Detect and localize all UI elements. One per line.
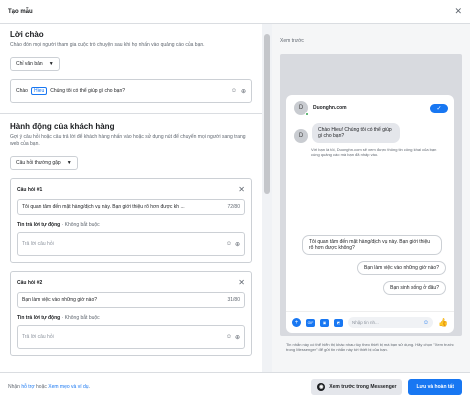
question-input[interactable]: Tôi quan tâm đến mặt hàng/dịch vụ này. B… (17, 199, 245, 215)
personalize-icon[interactable]: ⊕ (241, 88, 246, 95)
preview-in-messenger-button[interactable]: ◉ Xem trước trong Messenger (311, 378, 403, 395)
char-count: 31/80 (227, 297, 240, 303)
editor-scroll-area[interactable]: Lời chào Chào đón mọi người tham gia cuộ… (0, 24, 262, 372)
editor-panel: Lời chào Chào đón mọi người tham gia cuộ… (0, 24, 272, 372)
chat-header: D Duonghn.com ✓ (286, 95, 454, 119)
actions-type-value: Câu hỏi thường gặp (16, 160, 61, 166)
question-label: Câu hỏi #1 (17, 186, 43, 193)
personalize-icon[interactable]: ⊕ (235, 334, 240, 341)
preview-label: Xem trước (280, 38, 304, 44)
privacy-notice: Với bạn là tôi, Duonghn.com sẽ xem được … (311, 147, 437, 157)
faq-chip-2[interactable]: Bạn làm việc vào những giờ nào? (356, 261, 446, 275)
greeting-type-value: Chỉ văn bản (16, 61, 43, 67)
greeting-text: Chúng tôi có thể giúp gì cho bạn? (50, 88, 126, 94)
help-link[interactable]: hỗ trợ (21, 384, 34, 390)
greeting-title: Lời chào (10, 30, 44, 39)
name-token-chip[interactable]: Hieu (30, 87, 48, 95)
greeting-bubble: Chào Hieu! Chúng tôi có thể giúp gì cho … (312, 123, 400, 143)
chevron-down-icon: ▼ (48, 61, 54, 67)
sticker-icon[interactable]: ◩ (334, 318, 343, 327)
auto-reply-placeholder: Trả lời câu hỏi (22, 241, 54, 247)
help-text: Nhận hỗ trợ hoặc Xem mẹo và ví dụ. (8, 383, 90, 390)
tips-link[interactable]: Xem mẹo và ví dụ (48, 384, 88, 390)
divider (0, 113, 262, 114)
greeting-prefix: Chào (16, 88, 28, 94)
greeting-desc: Chào đón mọi người tham gia cuộc trò chu… (10, 42, 205, 48)
auto-reply-label: Tin trả lời tự động · Không bắt buộc (17, 222, 100, 228)
greeting-message: D Chào Hieu! Chúng tôi có thể giúp gì ch… (286, 119, 454, 143)
preview-footnote: Tin nhắn này có thể hiển thị khác nhau t… (286, 342, 454, 352)
faq-list: Tôi quan tâm đến mặt hàng/dịch vụ này. B… (286, 235, 454, 301)
gif-icon[interactable]: GIF (306, 318, 315, 327)
messenger-icon: ◉ (317, 382, 326, 391)
message-input[interactable]: Nhập tin nh... ☺ (348, 317, 434, 328)
modal-title: Tạo mẫu (8, 8, 33, 15)
close-icon[interactable]: ✕ (238, 278, 245, 287)
save-and-finish-button[interactable]: Lưu và hoàn tất (408, 378, 462, 395)
question-card-1: Câu hỏi #1 ✕ Tôi quan tâm đến mặt hàng/d… (10, 178, 252, 263)
faq-chip-3[interactable]: Bạn sinh sống ở đâu? (383, 281, 446, 295)
question-value: Tôi quan tâm đến mặt hàng/dịch vụ này. B… (22, 204, 185, 210)
page-name: Duonghn.com (313, 105, 347, 111)
auto-reply-field[interactable]: Trả lời câu hỏi ☺ ⊕ (17, 232, 245, 256)
editor-scrollbar[interactable] (262, 24, 272, 372)
actions-desc: Gợi ý câu hỏi hoặc câu trả lời để khách … (10, 134, 246, 147)
emoji-icon[interactable]: ☺ (423, 320, 429, 326)
question-input[interactable]: Bạn làm việc vào những giờ nào? 31/80 (17, 292, 245, 308)
personalize-icon[interactable]: ⊕ (235, 241, 240, 248)
emoji-icon[interactable]: ☺ (226, 241, 232, 248)
question-value: Bạn làm việc vào những giờ nào? (22, 297, 98, 303)
actions-type-dropdown[interactable]: Câu hỏi thường gặp ▼ (10, 156, 78, 170)
messenger-preview: D Duonghn.com ✓ D Chào Hieu! Chúng tôi c… (286, 95, 454, 333)
auto-reply-field[interactable]: Trả lời câu hỏi ☺ ⊕ (17, 325, 245, 349)
close-icon[interactable]: ✕ (238, 185, 245, 194)
create-template-modal: Tạo mẫu ✕ Lời chào Chào đón mọi người th… (0, 0, 470, 400)
scrollbar-thumb[interactable] (264, 34, 270, 194)
question-label: Câu hỏi #2 (17, 279, 43, 286)
question-card-2: Câu hỏi #2 ✕ Bạn làm việc vào những giờ … (10, 271, 252, 356)
greeting-type-dropdown[interactable]: Chỉ văn bản ▼ (10, 57, 60, 71)
close-icon[interactable]: ✕ (454, 7, 462, 16)
faq-chip-1[interactable]: Tôi quan tâm đến mặt hàng/dịch vụ này. B… (302, 235, 442, 255)
chevron-down-icon: ▼ (66, 160, 72, 166)
plus-icon[interactable]: + (292, 318, 301, 327)
modal-footer: Nhận hỗ trợ hoặc Xem mẹo và ví dụ. ◉ Xem… (0, 372, 470, 400)
message-composer: + GIF ▣ ◩ Nhập tin nh... ☺ 👍 (286, 311, 454, 333)
check-icon: ✓ (430, 103, 448, 113)
thumbs-up-icon[interactable]: 👍 (438, 318, 448, 327)
message-placeholder: Nhập tin nh... (352, 320, 379, 325)
greeting-text-field[interactable]: Chào Hieu Chúng tôi có thể giúp gì cho b… (10, 79, 252, 103)
emoji-icon[interactable]: ☺ (231, 88, 237, 95)
online-status-dot (305, 112, 309, 116)
actions-title: Hành động của khách hàng (10, 122, 115, 131)
char-count: 72/80 (227, 204, 240, 210)
auto-reply-placeholder: Trả lời câu hỏi (22, 334, 54, 340)
avatar: D (294, 129, 308, 143)
modal-header: Tạo mẫu ✕ (0, 0, 470, 24)
avatar: D (294, 101, 309, 116)
auto-reply-label: Tin trả lời tự động · Không bắt buộc (17, 315, 100, 321)
emoji-icon[interactable]: ☺ (226, 334, 232, 341)
image-icon[interactable]: ▣ (320, 318, 329, 327)
